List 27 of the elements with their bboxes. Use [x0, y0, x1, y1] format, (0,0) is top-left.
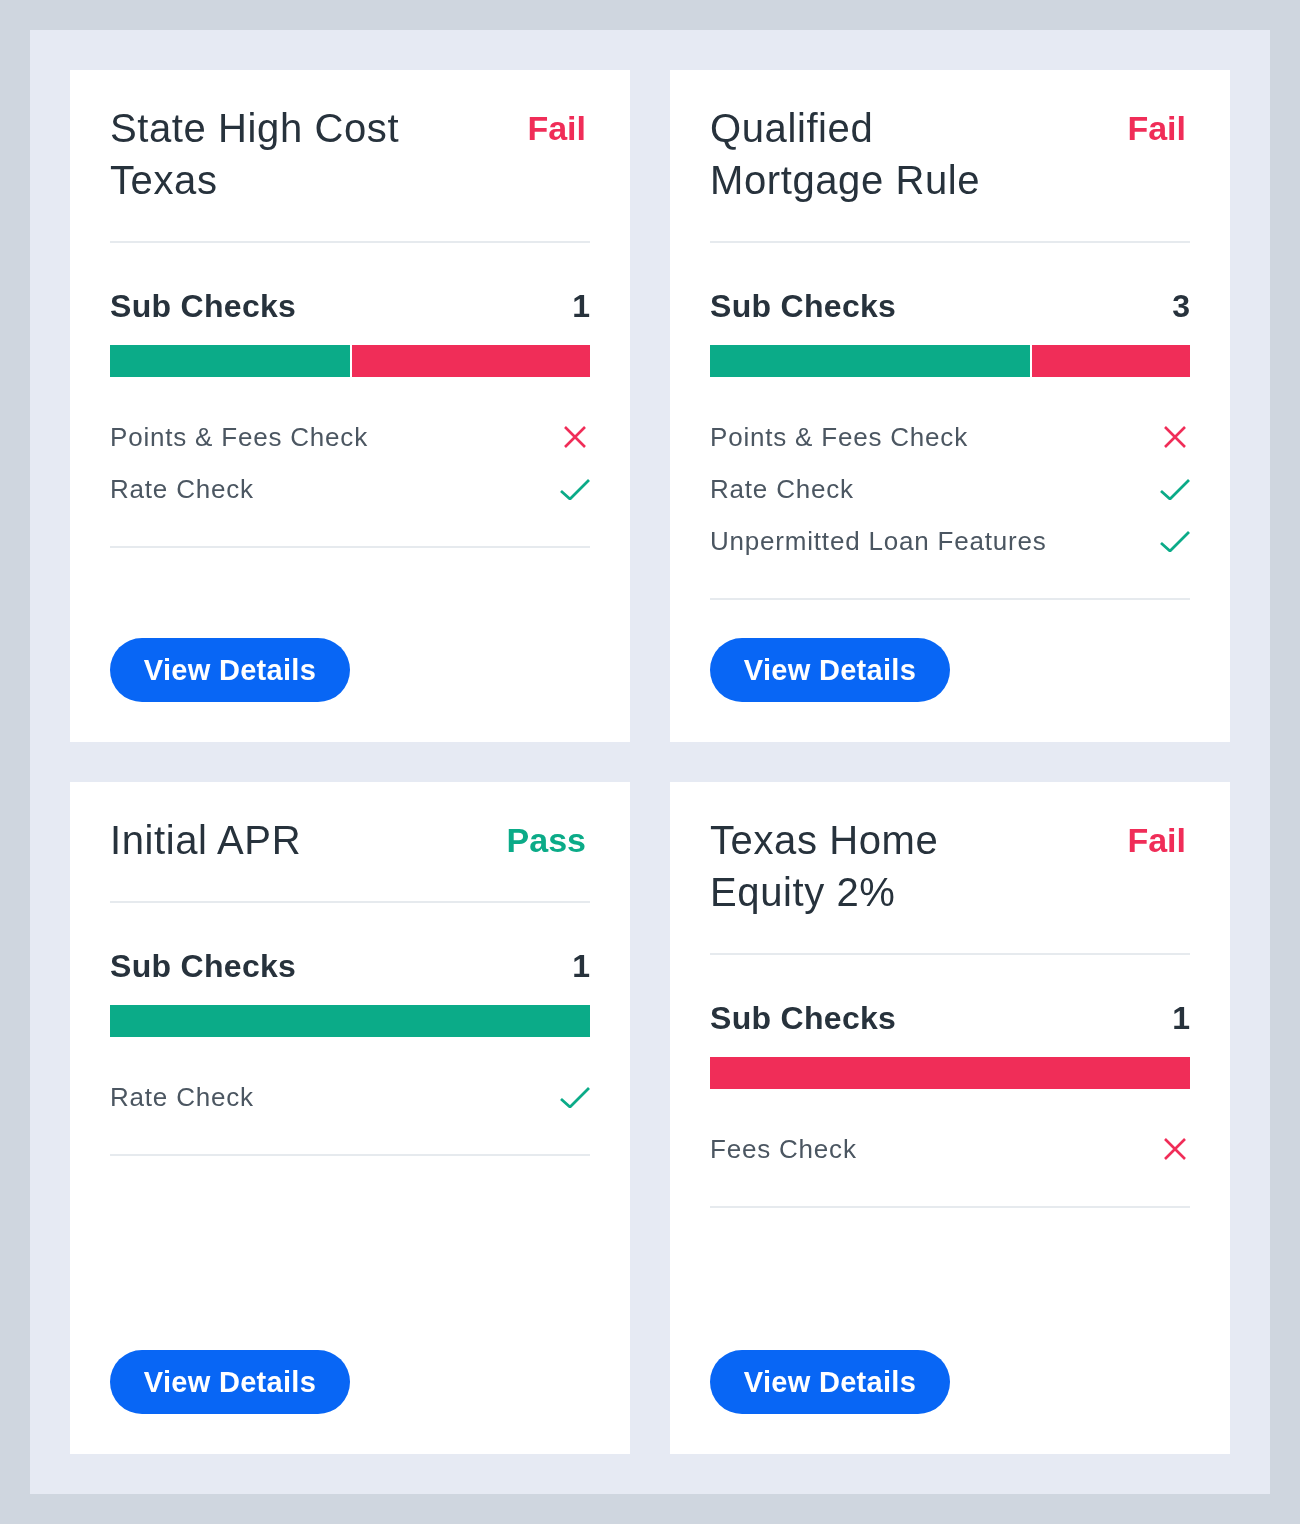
sub-check-name: Rate Check — [110, 473, 254, 505]
card-title: Initial APR — [110, 817, 303, 864]
sub-check-name: Rate Check — [110, 1081, 254, 1113]
card-title: Qualified Mortgage Rule — [710, 105, 982, 204]
sub-checks-label: Sub Checks — [710, 287, 897, 326]
status-label: Pass — [506, 820, 586, 861]
sub-check-name: Unpermitted Loan Features — [710, 525, 1047, 557]
status-label: Fail — [1127, 820, 1186, 861]
status-label: Fail — [1127, 108, 1186, 149]
sub-check-name: Fees Check — [710, 1133, 857, 1165]
sub-checks-count: 1 — [572, 287, 590, 326]
sub-checks-count: 3 — [1172, 287, 1190, 326]
card-title: Texas Home Equity 2% — [710, 817, 940, 916]
sub-check-name: Points & Fees Check — [710, 421, 968, 453]
sub-check-name: Points & Fees Check — [110, 421, 368, 453]
view-details-button[interactable]: View Details — [710, 1350, 950, 1414]
sub-checks-label: Sub Checks — [710, 999, 897, 1038]
sub-check-name: Rate Check — [710, 473, 854, 505]
status-label: Fail — [527, 108, 586, 149]
card-title: State High Cost Texas — [110, 105, 401, 204]
sub-checks-count: 1 — [572, 947, 590, 986]
sub-checks-count: 1 — [1172, 999, 1190, 1038]
sub-checks-label: Sub Checks — [110, 947, 297, 986]
sub-checks-label: Sub Checks — [110, 287, 297, 326]
view-details-button[interactable]: View Details — [110, 638, 350, 702]
view-details-button[interactable]: View Details — [710, 638, 950, 702]
view-details-button[interactable]: View Details — [110, 1350, 350, 1414]
